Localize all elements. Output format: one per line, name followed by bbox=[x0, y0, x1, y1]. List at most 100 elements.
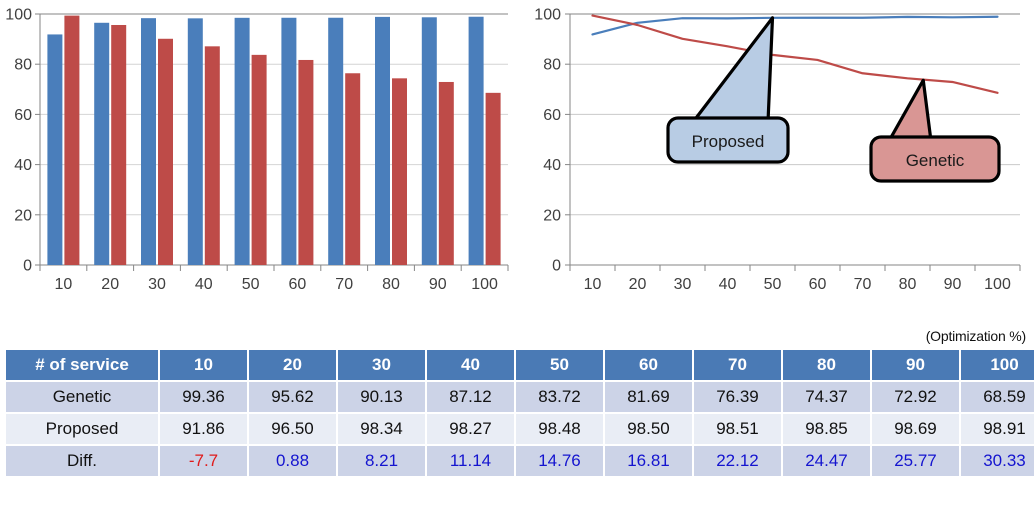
xtick-label-10: 10 bbox=[584, 276, 602, 293]
ytick-label-60: 60 bbox=[543, 107, 561, 124]
table-cell: 96.50 bbox=[249, 414, 336, 444]
table-header-col-80: 80 bbox=[783, 350, 870, 380]
table-cell: 16.81 bbox=[605, 446, 692, 476]
table-header-col-70: 70 bbox=[694, 350, 781, 380]
callout-proposed-tail bbox=[691, 16, 775, 124]
callout-genetic-tail bbox=[887, 78, 933, 143]
table-cell: 98.27 bbox=[427, 414, 514, 444]
bar-genetic-20 bbox=[111, 24, 127, 265]
bar-proposed-90 bbox=[421, 17, 437, 265]
xtick-label-50: 50 bbox=[764, 276, 782, 293]
xtick-label-90: 90 bbox=[944, 276, 962, 293]
xtick-label-40: 40 bbox=[719, 276, 737, 293]
table-cell: 76.39 bbox=[694, 382, 781, 412]
ytick-label-0: 0 bbox=[23, 258, 32, 275]
table-cell: 91.86 bbox=[160, 414, 247, 444]
xtick-label-80: 80 bbox=[899, 276, 917, 293]
table-row: Genetic 99.36 95.62 90.13 87.12 83.72 81.69 76.… bbox=[6, 382, 1034, 412]
bar-proposed-10 bbox=[47, 34, 63, 266]
table-header-col-40: 40 bbox=[427, 350, 514, 380]
bar-proposed-100 bbox=[468, 16, 484, 265]
bar-proposed-70 bbox=[328, 17, 344, 266]
table-cell: 81.69 bbox=[605, 382, 692, 412]
table-cell: 11.14 bbox=[427, 446, 514, 476]
bar-proposed-20 bbox=[94, 22, 110, 265]
bar-genetic-90 bbox=[438, 81, 454, 266]
table-cell: 87.12 bbox=[427, 382, 514, 412]
optimization-caption: (Optimization %) bbox=[925, 328, 1026, 344]
ytick-label-60: 60 bbox=[14, 107, 32, 124]
ytick-label-80: 80 bbox=[543, 57, 561, 74]
table-header-col-50: 50 bbox=[516, 350, 603, 380]
charts-container: 0 20 40 60 80 100 10 20 30 40 50 60 70 80 90 100 0 20 40 6… bbox=[0, 0, 1034, 310]
line-series-genetic bbox=[591, 14, 999, 94]
table-header-col-100: 100 bbox=[961, 350, 1034, 380]
table-cell: -7.7 bbox=[160, 446, 247, 476]
bar-chart: 0 20 40 60 80 100 10 20 30 40 50 60 70 80 90 100 bbox=[0, 0, 514, 300]
table-cell: 24.47 bbox=[783, 446, 870, 476]
xtick-label-20: 20 bbox=[101, 276, 119, 293]
table-cell: 83.72 bbox=[516, 382, 603, 412]
table-cell: 68.59 bbox=[961, 382, 1034, 412]
table-row: Diff. -7.7 0.88 8.21 11.14 14.76 16.81 22.12 24.… bbox=[6, 446, 1034, 476]
table-cell: 98.69 bbox=[872, 414, 959, 444]
table-cell: 90.13 bbox=[338, 382, 425, 412]
xtick-label-20: 20 bbox=[629, 276, 647, 293]
table-cell: 98.34 bbox=[338, 414, 425, 444]
table-cell: 8.21 bbox=[338, 446, 425, 476]
table-row-label: Genetic bbox=[6, 382, 158, 412]
ytick-label-40: 40 bbox=[14, 157, 32, 174]
bar-genetic-70 bbox=[345, 73, 361, 265]
table-row: Proposed 91.86 96.50 98.34 98.27 98.48 98.50 98… bbox=[6, 414, 1034, 444]
table-cell: 0.88 bbox=[249, 446, 336, 476]
ytick-label-100: 100 bbox=[5, 7, 32, 24]
table-cell: 98.85 bbox=[783, 414, 870, 444]
xtick-label-30: 30 bbox=[674, 276, 692, 293]
table-cell: 98.50 bbox=[605, 414, 692, 444]
ytick-label-80: 80 bbox=[14, 57, 32, 74]
xtick-label-70: 70 bbox=[335, 276, 353, 293]
bar-genetic-30 bbox=[158, 38, 173, 266]
ytick-label-20: 20 bbox=[14, 207, 32, 224]
table-header-col-10: 10 bbox=[160, 350, 247, 380]
bar-proposed-40 bbox=[187, 18, 203, 265]
bar-chart-svg: 0 20 40 60 80 100 10 20 30 40 50 60 70 80 90 100 bbox=[5, 7, 509, 293]
ytick-label-100: 100 bbox=[534, 7, 561, 24]
bar-proposed-30 bbox=[141, 18, 156, 266]
table-cell: 95.62 bbox=[249, 382, 336, 412]
bar-genetic-60 bbox=[298, 59, 314, 265]
xtick-label-100: 100 bbox=[984, 276, 1011, 293]
table-header-col-60: 60 bbox=[605, 350, 692, 380]
xtick-label-40: 40 bbox=[195, 276, 213, 293]
bar-genetic-80 bbox=[392, 78, 407, 265]
table-cell: 99.36 bbox=[160, 382, 247, 412]
bar-proposed-80 bbox=[375, 16, 390, 265]
table-cell: 74.37 bbox=[783, 382, 870, 412]
ytick-label-40: 40 bbox=[543, 157, 561, 174]
table-header: # of service 10 20 30 40 50 60 70 80 90 100 bbox=[6, 350, 1034, 380]
table-cell: 30.33 bbox=[961, 446, 1034, 476]
callout-genetic: Genetic bbox=[869, 78, 1001, 183]
bar-proposed-60 bbox=[281, 17, 297, 265]
table-header-col-20: 20 bbox=[249, 350, 336, 380]
xtick-label-50: 50 bbox=[242, 276, 260, 293]
table-cell: 25.77 bbox=[872, 446, 959, 476]
table-cell: 98.51 bbox=[694, 414, 781, 444]
bar-genetic-10 bbox=[64, 15, 80, 265]
xtick-label-100: 100 bbox=[471, 276, 498, 293]
xtick-label-60: 60 bbox=[809, 276, 827, 293]
table-row-label: Diff. bbox=[6, 446, 158, 476]
table-row-label: Proposed bbox=[6, 414, 158, 444]
callout-proposed-label: Proposed bbox=[692, 132, 765, 151]
bar-genetic-50 bbox=[251, 54, 267, 266]
table-header-row: # of service 10 20 30 40 50 60 70 80 90 100 bbox=[6, 350, 1034, 380]
callout-genetic-label: Genetic bbox=[906, 151, 965, 170]
table-cell: 98.48 bbox=[516, 414, 603, 444]
table-cell: 98.91 bbox=[961, 414, 1034, 444]
ytick-label-0: 0 bbox=[552, 258, 561, 275]
xtick-label-90: 90 bbox=[429, 276, 447, 293]
results-table: # of service 10 20 30 40 50 60 70 80 90 100 Geneti… bbox=[4, 348, 1034, 478]
line-chart: 0 20 40 60 80 100 10 20 30 40 50 60 70 80 90 100 Propose… bbox=[520, 0, 1034, 300]
xtick-label-80: 80 bbox=[382, 276, 400, 293]
xtick-label-10: 10 bbox=[55, 276, 73, 293]
